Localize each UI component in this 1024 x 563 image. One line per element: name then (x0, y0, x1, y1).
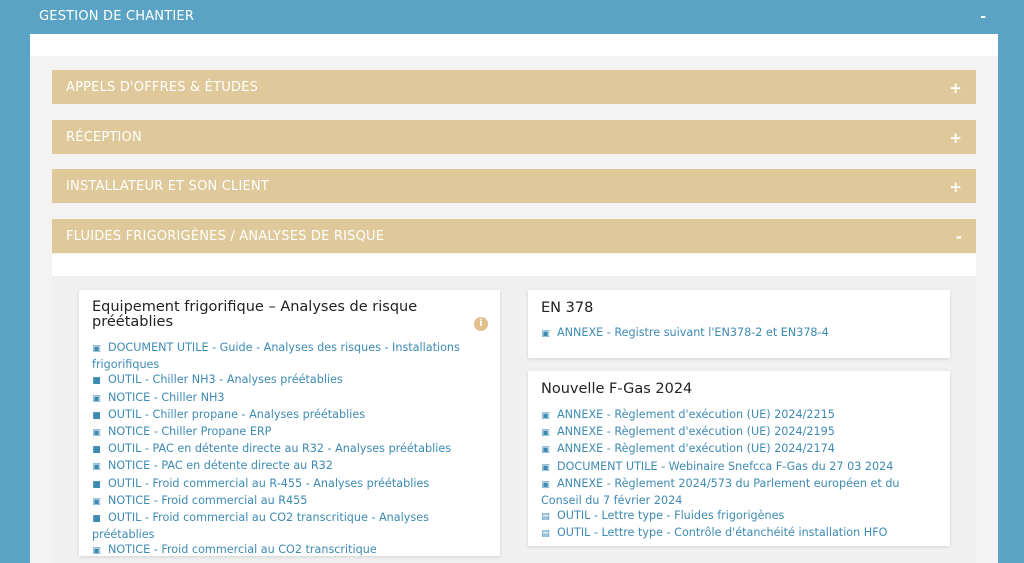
document-link[interactable]: ▣ NOTICE - Chiller NH3 (92, 390, 492, 407)
document-link[interactable]: ■ OUTIL - PAC en détente directe au R32 -… (92, 441, 492, 458)
document-link[interactable]: ▣ ANNEXE - Règlement d'exécution (UE) 202… (541, 424, 941, 441)
pdf-icon: ▣ (92, 546, 101, 557)
pdf-icon: ▣ (92, 428, 101, 439)
collapse-icon[interactable]: - (956, 228, 962, 246)
link-text: DOCUMENT UTILE - Guide - Analyses des ri… (92, 341, 460, 372)
section-header-gestion-de-chantier[interactable]: GESTION DE CHANTIER - (30, 0, 998, 34)
pdf-icon: ▣ (92, 462, 101, 473)
link-text: ANNEXE - Règlement d'exécution (UE) 2024… (557, 442, 835, 456)
document-icon: ■ (92, 376, 101, 387)
expand-icon[interactable]: + (949, 79, 962, 97)
link-text: ANNEXE - Règlement d'exécution (UE) 2024… (557, 408, 835, 421)
card-title: Equipement frigorifique – Analyses de ri… (92, 299, 418, 330)
link-text: OUTIL - Lettre type - Fluides frigorigèn… (557, 509, 785, 523)
link-text: OUTIL - Chiller NH3 - Analyses préétabli… (108, 373, 343, 387)
link-text: OUTIL - Froid commercial au R-455 - Anal… (108, 476, 430, 490)
link-text: ANNEXE - Registre suivant l'EN378-2 et E… (557, 326, 829, 339)
pdf-icon: ▣ (541, 428, 550, 439)
document-icon: ■ (92, 445, 101, 456)
pdf-icon: ▣ (92, 393, 101, 404)
link-text: ANNEXE - Règlement d'exécution (UE) 2024… (557, 425, 835, 439)
document-link[interactable]: ■ OUTIL - Froid commercial au R-455 - Ana… (92, 476, 492, 493)
document-link[interactable]: ▣ DOCUMENT UTILE - Guide - Analyses des r… (92, 340, 492, 372)
accordion-fluides-frigorigenes[interactable]: FLUIDES FRIGORIGÈNES / ANALYSES DE RISQU… (52, 219, 976, 253)
word-icon: ▤ (541, 512, 550, 523)
link-text: OUTIL - PAC en détente directe au R32 - … (108, 442, 452, 456)
expand-icon[interactable]: + (949, 129, 962, 147)
accordion-appels-offres[interactable]: APPELS D'OFFRES & ÉTUDES + (52, 70, 976, 104)
pdf-icon: ▣ (541, 329, 550, 339)
collapse-icon[interactable]: - (980, 9, 986, 25)
link-text: DOCUMENT UTILE - Webinaire Snefcca F-Gas… (557, 459, 894, 473)
accordion-body-fluides: Equipement frigorifique – Analyses de ri… (52, 254, 976, 563)
link-text: NOTICE - Froid commercial au CO2 transcr… (108, 543, 377, 557)
document-link[interactable]: ▣ NOTICE - Froid commercial au R455 (92, 493, 492, 510)
document-link[interactable]: ▣ NOTICE - Chiller Propane ERP (92, 424, 492, 441)
accordion-label: FLUIDES FRIGORIGÈNES / ANALYSES DE RISQU… (66, 229, 385, 244)
document-link[interactable]: ▣ ANNEXE - Règlement d'exécution (UE) 202… (541, 407, 941, 424)
document-link[interactable]: ▣ ANNEXE - Registre suivant l'EN378-2 et … (541, 325, 941, 342)
pdf-icon: ▣ (541, 462, 550, 473)
link-text: OUTIL - Froid commercial au CO2 transcri… (92, 511, 429, 542)
link-text: NOTICE - PAC en détente directe au R32 (108, 459, 333, 473)
accordion-installateur-client[interactable]: INSTALLATEUR ET SON CLIENT + (52, 169, 976, 203)
panel-top-strip (30, 34, 998, 56)
link-text: OUTIL - Chiller propane - Analyses préét… (108, 407, 366, 421)
link-text: NOTICE - Froid commercial au R455 (108, 493, 308, 507)
word-icon: ▤ (541, 529, 550, 540)
pdf-icon: ▣ (541, 411, 550, 421)
accordion-label: INSTALLATEUR ET SON CLIENT (66, 179, 269, 194)
card-title: EN 378 (541, 300, 594, 316)
pdf-icon: ▣ (92, 496, 101, 507)
card-nouvelle-fgas-2024: Nouvelle F-Gas 2024 ▣ ANNEXE - Règlement … (528, 371, 950, 546)
document-link[interactable]: ▣ ANNEXE - Règlement 2024/573 du Parlemen… (541, 476, 941, 508)
pdf-icon: ▣ (541, 479, 550, 490)
document-link[interactable]: ■ OUTIL - Froid commercial au CO2 transcr… (92, 510, 492, 542)
card-en378: EN 378 ▣ ANNEXE - Registre suivant l'EN37… (528, 290, 950, 358)
document-icon: ■ (92, 479, 101, 490)
document-link[interactable]: ▤ OUTIL - Lettre type - Contrôle d'étanch… (541, 525, 941, 542)
accordion-body-strip (52, 254, 976, 276)
document-link[interactable]: ▣ ANNEXE - Règlement d'exécution (UE) 202… (541, 441, 941, 458)
link-text: OUTIL - Lettre type - Contrôle d'étanché… (557, 526, 888, 540)
expand-icon[interactable]: + (949, 178, 962, 196)
link-list: ▣ ANNEXE - Registre suivant l'EN378-2 et … (541, 325, 941, 342)
document-link[interactable]: ▤ OUTIL - Lettre type - Fluides frigorigè… (541, 508, 941, 525)
pdf-icon: ▣ (92, 344, 101, 354)
document-icon: ■ (92, 514, 101, 525)
accordion-label: RÉCEPTION (66, 130, 142, 145)
document-link[interactable]: ▣ NOTICE - PAC en détente directe au R32 (92, 458, 492, 475)
document-icon: ■ (92, 410, 101, 421)
document-link[interactable]: ■ OUTIL - Chiller propane - Analyses préé… (92, 407, 492, 424)
link-list: ▣ DOCUMENT UTILE - Guide - Analyses des r… (92, 340, 492, 560)
document-link[interactable]: ▣ DOCUMENT UTILE - Webinaire Snefcca F-Ga… (541, 459, 941, 476)
section-panel: APPELS D'OFFRES & ÉTUDES + RÉCEPTION + I… (30, 34, 998, 563)
accordion-label: APPELS D'OFFRES & ÉTUDES (66, 80, 259, 95)
card-analyses-de-risque: Equipement frigorifique – Analyses de ri… (79, 290, 500, 556)
link-text: NOTICE - Chiller Propane ERP (108, 425, 272, 439)
card-title: Nouvelle F-Gas 2024 (541, 381, 693, 397)
section-title: GESTION DE CHANTIER (39, 9, 195, 24)
link-text: ANNEXE - Règlement 2024/573 du Parlement… (541, 476, 900, 508)
info-icon[interactable]: i (474, 317, 488, 331)
pdf-icon: ▣ (541, 445, 550, 456)
accordion-reception[interactable]: RÉCEPTION + (52, 120, 976, 154)
document-link[interactable]: ■ OUTIL - Chiller NH3 - Analyses préétabl… (92, 372, 492, 389)
link-list: ▣ ANNEXE - Règlement d'exécution (UE) 202… (541, 407, 941, 543)
document-link[interactable]: ▣ NOTICE - Froid commercial au CO2 transc… (92, 542, 492, 559)
link-text: NOTICE - Chiller NH3 (108, 390, 225, 404)
